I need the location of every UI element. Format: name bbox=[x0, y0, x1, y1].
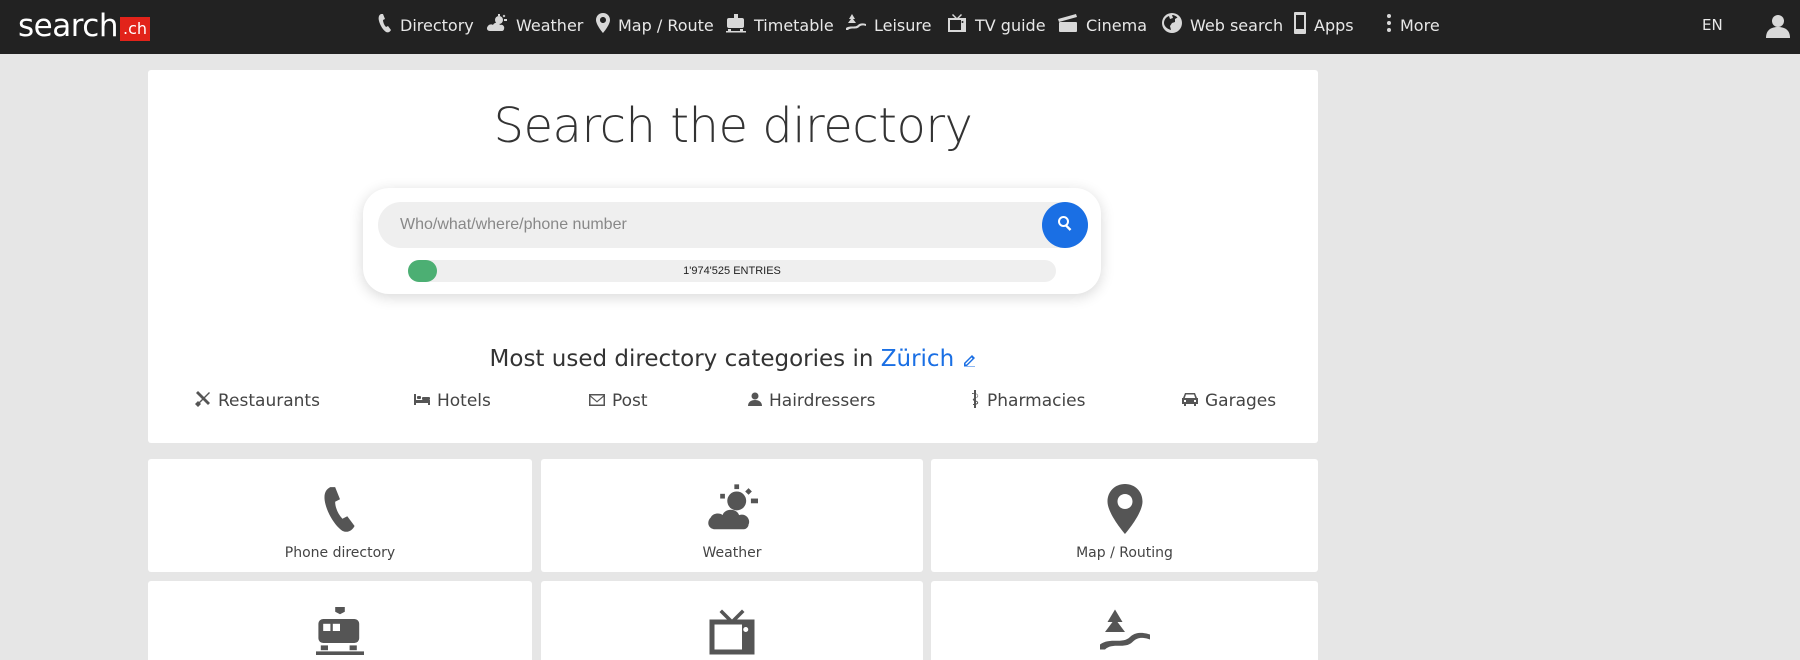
top-navigation-bar: search .ch Directory Weather Map / Route… bbox=[0, 0, 1800, 54]
nav-label: Directory bbox=[400, 15, 474, 35]
tv-icon bbox=[707, 607, 757, 660]
pharmacy-icon bbox=[970, 389, 980, 413]
search-input[interactable] bbox=[400, 202, 1020, 248]
nav-item-weather[interactable]: Weather bbox=[486, 0, 583, 50]
search-icon bbox=[1057, 215, 1073, 235]
nav-label: Web search bbox=[1190, 15, 1284, 35]
category-label: Hairdressers bbox=[769, 391, 876, 411]
category-label: Post bbox=[612, 391, 648, 411]
category-hairdressers[interactable]: Hairdressers bbox=[748, 388, 876, 414]
tile-leisure[interactable] bbox=[931, 581, 1318, 660]
category-restaurants[interactable]: Restaurants bbox=[195, 388, 320, 414]
nav-label: Apps bbox=[1314, 15, 1354, 35]
tile-timetable[interactable] bbox=[148, 581, 532, 660]
nav-label: TV guide bbox=[975, 15, 1046, 35]
category-pharmacies[interactable]: Pharmacies bbox=[970, 388, 1086, 414]
tile-tv-guide[interactable] bbox=[541, 581, 923, 660]
nav-item-tv-guide[interactable]: TV guide bbox=[947, 0, 1046, 50]
entries-progress-bar: 1'974'525 ENTRIES bbox=[408, 260, 1056, 282]
nav-label: Map / Route bbox=[618, 15, 714, 35]
globe-icon bbox=[1162, 13, 1182, 37]
tile-label: Phone directory bbox=[284, 545, 396, 561]
category-label: Garages bbox=[1205, 391, 1277, 411]
weather-icon bbox=[486, 14, 508, 36]
nav-item-web-search[interactable]: Web search bbox=[1162, 0, 1283, 50]
tile-label: Map / Routing bbox=[1076, 545, 1173, 561]
nav-item-more[interactable]: More bbox=[1386, 0, 1440, 50]
category-label: Pharmacies bbox=[987, 391, 1086, 411]
city-link[interactable]: Zürich bbox=[881, 346, 954, 372]
nav-label: Leisure bbox=[874, 15, 932, 35]
phone-icon bbox=[378, 13, 392, 37]
train-icon bbox=[315, 607, 365, 659]
tile-label: Weather bbox=[702, 545, 762, 561]
tile-phone-directory[interactable]: Phone directory bbox=[148, 459, 532, 572]
car-icon bbox=[1182, 391, 1198, 411]
leisure-icon bbox=[1099, 609, 1150, 659]
pencil-icon[interactable] bbox=[963, 347, 976, 373]
mobile-icon bbox=[1294, 12, 1306, 38]
search-field-container bbox=[378, 202, 1088, 248]
weather-icon bbox=[706, 484, 758, 536]
nav-item-directory[interactable]: Directory bbox=[378, 0, 474, 50]
user-account-icon[interactable] bbox=[1766, 14, 1790, 38]
entries-count: 1'974'525 ENTRIES bbox=[683, 265, 781, 277]
nav-item-cinema[interactable]: Cinema bbox=[1058, 0, 1147, 50]
bed-icon bbox=[414, 391, 430, 411]
nav-label: Cinema bbox=[1086, 15, 1147, 35]
nav-label: Weather bbox=[516, 15, 584, 35]
more-vertical-icon bbox=[1386, 13, 1392, 37]
nav-item-map-route[interactable]: Map / Route bbox=[596, 0, 714, 50]
map-pin-icon bbox=[1107, 484, 1143, 538]
category-garages[interactable]: Garages bbox=[1182, 388, 1276, 414]
cutlery-icon bbox=[195, 390, 211, 412]
person-icon bbox=[748, 391, 762, 411]
train-icon bbox=[726, 13, 746, 37]
search-box: 1'974'525 ENTRIES bbox=[363, 188, 1101, 294]
nav-item-leisure[interactable]: Leisure bbox=[846, 0, 931, 50]
map-pin-icon bbox=[596, 13, 610, 37]
nav-item-timetable[interactable]: Timetable bbox=[726, 0, 834, 50]
logo-suffix: .ch bbox=[119, 17, 151, 41]
directory-search-card: Search the directory 1'974'525 ENTRIES M… bbox=[148, 70, 1318, 443]
phone-icon bbox=[323, 484, 357, 538]
search-button[interactable] bbox=[1042, 202, 1088, 248]
page-title: Search the directory bbox=[493, 98, 973, 154]
language-switcher[interactable]: EN bbox=[1702, 0, 1723, 50]
leisure-icon bbox=[846, 14, 866, 36]
tile-map-routing[interactable]: Map / Routing bbox=[931, 459, 1318, 572]
tv-icon bbox=[947, 13, 967, 37]
site-logo[interactable]: search .ch bbox=[18, 8, 151, 44]
categories-heading-text: Most used directory categories in bbox=[489, 346, 874, 372]
nav-label: More bbox=[1400, 15, 1440, 35]
tile-weather[interactable]: Weather bbox=[541, 459, 923, 572]
categories-heading: Most used directory categories in Zürich bbox=[148, 346, 1318, 373]
category-hotels[interactable]: Hotels bbox=[414, 388, 491, 414]
logo-text: search bbox=[18, 8, 118, 44]
envelope-icon bbox=[589, 391, 605, 411]
clapper-icon bbox=[1058, 14, 1078, 36]
nav-item-apps[interactable]: Apps bbox=[1294, 0, 1354, 50]
nav-label: Timetable bbox=[754, 15, 834, 35]
category-post[interactable]: Post bbox=[589, 388, 648, 414]
category-label: Hotels bbox=[437, 391, 491, 411]
category-label: Restaurants bbox=[218, 391, 320, 411]
